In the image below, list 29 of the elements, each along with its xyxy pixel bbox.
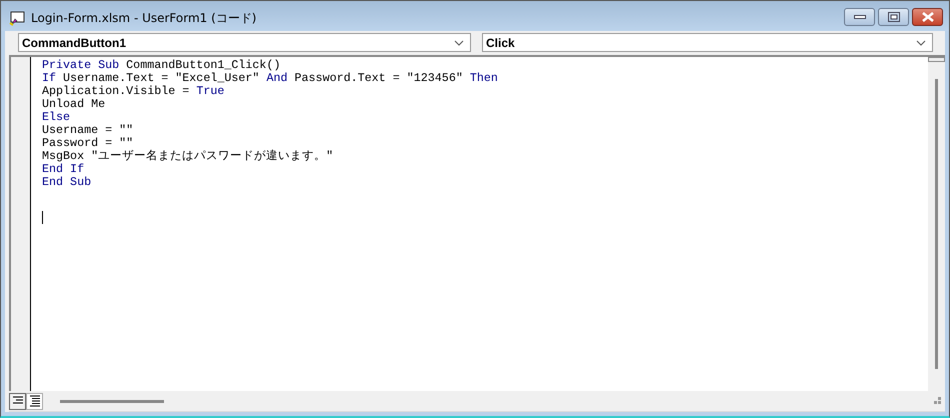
procedure-view-icon: [12, 396, 24, 406]
code-line: End Sub: [42, 176, 92, 189]
full-module-view-button[interactable]: [26, 392, 43, 410]
maximize-icon: [888, 12, 900, 22]
chevron-down-icon: [916, 40, 926, 46]
module-view-icon: [28, 395, 40, 407]
code-line: Unload Me: [42, 98, 106, 111]
code-line: Private Sub CommandButton1_Click(): [42, 59, 282, 72]
text-cursor: [42, 211, 43, 224]
close-button[interactable]: [912, 8, 943, 26]
chevron-down-icon: [454, 40, 464, 46]
code-line: Username = "": [42, 124, 134, 137]
close-icon: [920, 12, 934, 22]
code-line: MsgBox "ユーザー名またはパスワードが違います。": [42, 150, 334, 163]
code-line: Password = "": [42, 137, 134, 150]
code-line: Else: [42, 111, 72, 124]
code-line: Application.Visible = True: [42, 85, 226, 98]
window-title: Login-Form.xlsm - UserForm1 (コード): [31, 10, 256, 26]
object-dropdown[interactable]: CommandButton1: [18, 33, 471, 52]
code-line: If Username.Text = "Excel_User" And Password.Text = "123456" Then: [42, 72, 499, 85]
vertical-scrollbar[interactable]: [928, 57, 945, 391]
procedure-dropdown[interactable]: Click: [482, 33, 933, 52]
minimize-icon: [854, 14, 866, 20]
code-line: End If: [42, 163, 86, 176]
procedure-view-button[interactable]: [9, 392, 26, 410]
code-window-icon: [9, 10, 25, 26]
minimize-button[interactable]: [844, 8, 875, 26]
maximize-button[interactable]: [878, 8, 909, 26]
resize-grip-icon: [931, 396, 941, 406]
